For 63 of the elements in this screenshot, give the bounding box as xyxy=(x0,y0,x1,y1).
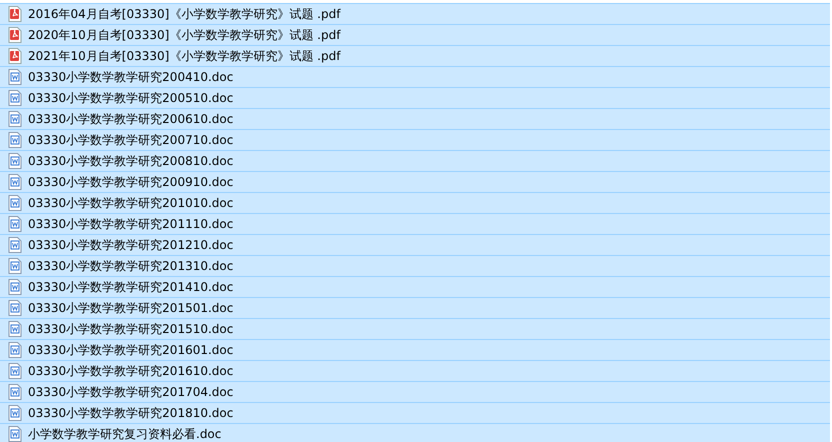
file-name: 03330小学数学教学研究201810.doc xyxy=(28,404,234,422)
file-row[interactable]: 03330小学数学教学研究201704.doc xyxy=(0,381,830,402)
file-row[interactable]: 03330小学数学教学研究201610.doc xyxy=(0,360,830,381)
file-name: 03330小学数学教学研究201410.doc xyxy=(28,278,234,296)
file-name: 2016年04月自考[03330]《小学数学教学研究》试题 .pdf xyxy=(28,6,340,22)
file-row[interactable]: 小学数学教学研究复习资料必看.doc xyxy=(0,423,830,442)
file-row[interactable]: 03330小学数学教学研究200410.doc xyxy=(0,66,830,87)
file-name: 03330小学数学教学研究200710.doc xyxy=(28,132,234,148)
file-row[interactable]: 03330小学数学教学研究201110.doc xyxy=(0,213,830,234)
file-row[interactable]: 03330小学数学教学研究201210.doc xyxy=(0,234,830,255)
file-name: 03330小学数学教学研究201210.doc xyxy=(28,236,234,254)
file-name: 03330小学数学教学研究201010.doc xyxy=(28,194,234,212)
word-file-icon xyxy=(8,174,22,190)
file-row[interactable]: 03330小学数学教学研究200710.doc xyxy=(0,129,830,150)
file-name: 03330小学数学教学研究200810.doc xyxy=(28,152,234,170)
file-row[interactable]: 2021年10月自考[03330]《小学数学教学研究》试题 .pdf xyxy=(0,45,830,66)
word-file-icon xyxy=(8,384,22,400)
file-name: 03330小学数学教学研究200410.doc xyxy=(28,68,234,86)
word-file-icon xyxy=(8,153,22,169)
pdf-file-icon xyxy=(8,27,22,43)
word-file-icon xyxy=(8,258,22,274)
word-file-icon xyxy=(8,405,22,421)
word-file-icon xyxy=(8,342,22,358)
word-file-icon xyxy=(8,111,22,127)
file-row[interactable]: 03330小学数学教学研究200910.doc xyxy=(0,171,830,192)
file-row[interactable]: 03330小学数学教学研究200610.doc xyxy=(0,108,830,129)
word-file-icon xyxy=(8,90,22,106)
file-row[interactable]: 03330小学数学教学研究201810.doc xyxy=(0,402,830,423)
file-name: 小学数学教学研究复习资料必看.doc xyxy=(28,426,222,442)
file-name: 03330小学数学教学研究201601.doc xyxy=(28,342,234,358)
file-row[interactable]: 03330小学数学教学研究201010.doc xyxy=(0,192,830,213)
file-row[interactable]: 03330小学数学教学研究201601.doc xyxy=(0,339,830,360)
file-name: 2021年10月自考[03330]《小学数学教学研究》试题 .pdf xyxy=(28,48,340,64)
word-file-icon xyxy=(8,321,22,337)
pdf-file-icon xyxy=(8,6,22,22)
file-name: 03330小学数学教学研究200510.doc xyxy=(28,90,234,106)
file-row[interactable]: 2020年10月自考[03330]《小学数学教学研究》试题 .pdf xyxy=(0,24,830,45)
file-name: 03330小学数学教学研究201310.doc xyxy=(28,258,234,274)
word-file-icon xyxy=(8,300,22,316)
word-file-icon xyxy=(8,69,22,85)
file-row[interactable]: 03330小学数学教学研究200810.doc xyxy=(0,150,830,171)
word-file-icon xyxy=(8,195,22,211)
file-row[interactable]: 03330小学数学教学研究201510.doc xyxy=(0,318,830,339)
file-name: 03330小学数学教学研究200610.doc xyxy=(28,110,234,128)
word-file-icon xyxy=(8,132,22,148)
file-row[interactable]: 03330小学数学教学研究201410.doc xyxy=(0,276,830,297)
file-name: 03330小学数学教学研究201510.doc xyxy=(28,320,234,338)
word-file-icon xyxy=(8,237,22,253)
word-file-icon xyxy=(8,426,22,442)
file-row[interactable]: 03330小学数学教学研究201501.doc xyxy=(0,297,830,318)
word-file-icon xyxy=(8,216,22,232)
file-row[interactable]: 2016年04月自考[03330]《小学数学教学研究》试题 .pdf xyxy=(0,3,830,24)
word-file-icon xyxy=(8,279,22,295)
pdf-file-icon xyxy=(8,48,22,64)
file-name: 03330小学数学教学研究200910.doc xyxy=(28,174,234,190)
file-name: 03330小学数学教学研究201610.doc xyxy=(28,362,234,380)
file-row[interactable]: 03330小学数学教学研究200510.doc xyxy=(0,87,830,108)
file-name: 03330小学数学教学研究201110.doc xyxy=(28,216,234,232)
file-name: 03330小学数学教学研究201501.doc xyxy=(28,300,234,316)
word-file-icon xyxy=(8,363,22,379)
file-row[interactable]: 03330小学数学教学研究201310.doc xyxy=(0,255,830,276)
file-name: 03330小学数学教学研究201704.doc xyxy=(28,384,234,400)
file-name: 2020年10月自考[03330]《小学数学教学研究》试题 .pdf xyxy=(28,26,340,44)
